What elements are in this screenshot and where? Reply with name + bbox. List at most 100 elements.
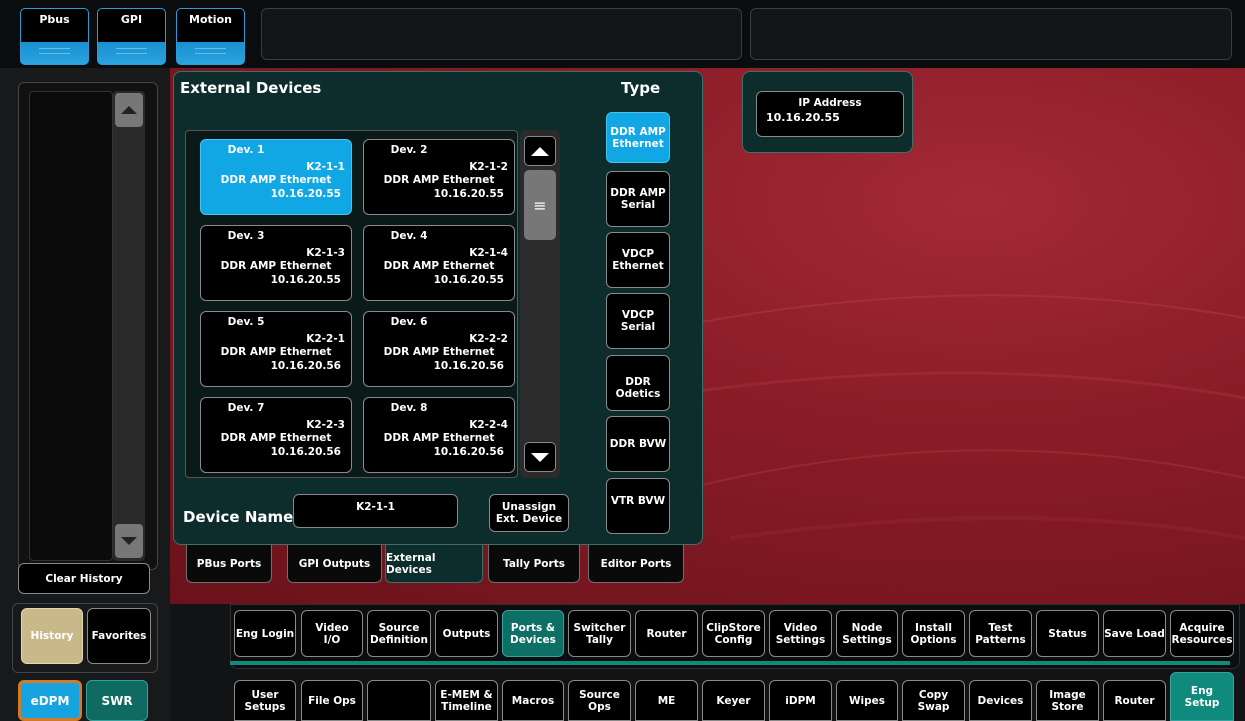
type-ddr-amp-ethernet[interactable]: DDR AMP Ethernet	[606, 112, 670, 163]
device-tile-1[interactable]: Dev. 1 K2-1-1 DDR AMP Ethernet 10.16.20.55	[200, 139, 352, 215]
device-tile-5[interactable]: Dev. 5 K2-2-1 DDR AMP Ethernet 10.16.20.56	[200, 311, 352, 387]
menu-source-ops[interactable]: Source Ops	[568, 680, 631, 721]
menu-keyer[interactable]: Keyer	[702, 680, 765, 721]
type-ddr-bvw[interactable]: DDR BVW	[606, 416, 670, 472]
motion-top-button[interactable]: Motion	[176, 8, 245, 65]
device-id: K2-1-1	[306, 161, 345, 173]
menu-outputs[interactable]: Outputs	[435, 610, 498, 657]
device-ip: 10.16.20.55	[433, 188, 504, 200]
chevron-up-icon	[121, 106, 137, 114]
device-tile-6[interactable]: Dev. 6 K2-2-2 DDR AMP Ethernet 10.16.20.56	[363, 311, 515, 387]
menu-ports-devices[interactable]: Ports & Devices	[502, 610, 564, 657]
type-ddr-odetics[interactable]: DDR Odetics	[606, 355, 670, 411]
menu-eng-login[interactable]: Eng Login	[234, 610, 296, 657]
pbus-top-button[interactable]: Pbus	[20, 8, 89, 65]
menu-status[interactable]: Status	[1036, 610, 1099, 657]
history-favorites-group: History Favorites	[12, 603, 158, 673]
tab-gpi-outputs[interactable]: GPI Outputs	[287, 545, 382, 583]
tab-editor-ports[interactable]: Editor Ports	[588, 545, 684, 583]
device-type: DDR AMP Ethernet	[383, 174, 495, 186]
type-vdcp-serial[interactable]: VDCP Serial	[606, 293, 670, 349]
device-grid: Dev. 1 K2-1-1 DDR AMP Ethernet 10.16.20.55 …	[185, 130, 518, 478]
menu-file-ops[interactable]: File Ops	[301, 680, 363, 721]
ip-address-panel: IP Address 10.16.20.55	[742, 71, 913, 153]
device-id: K2-1-4	[469, 247, 508, 259]
device-ip: 10.16.20.56	[433, 446, 504, 458]
menu-eng-setup[interactable]: Eng Setup	[1170, 672, 1234, 721]
menu-emem-timeline[interactable]: E-MEM & Timeline	[435, 680, 498, 721]
device-tile-4[interactable]: Dev. 4 K2-1-4 DDR AMP Ethernet 10.16.20.55	[363, 225, 515, 301]
menu-acquire-resources[interactable]: Acquire Resources	[1170, 610, 1234, 657]
ip-address-field[interactable]: IP Address 10.16.20.55	[756, 91, 904, 137]
device-name: Dev. 3	[227, 230, 265, 242]
scroll-down-button[interactable]	[115, 524, 143, 558]
menu-image-store[interactable]: Image Store	[1036, 680, 1099, 721]
device-name: Dev. 6	[390, 316, 428, 328]
menu-me[interactable]: ME	[635, 680, 698, 721]
type-ddr-amp-serial[interactable]: DDR AMP Serial	[606, 171, 670, 227]
type-title: Type	[621, 79, 661, 97]
tab-external-devices[interactable]: External Devices	[385, 545, 483, 583]
unassign-device-button[interactable]: Unassign Ext. Device	[489, 494, 569, 532]
device-ip: 10.16.20.55	[433, 274, 504, 286]
device-id: K2-2-3	[306, 419, 345, 431]
type-vtr-bvw[interactable]: VTR BVW	[606, 478, 670, 534]
history-scrollbar[interactable]	[113, 91, 145, 561]
gpi-top-button[interactable]: GPI	[97, 8, 166, 65]
menu-install-options[interactable]: Install Options	[902, 610, 965, 657]
tab-tally-ports[interactable]: Tally Ports	[488, 545, 580, 583]
device-id: K2-2-4	[469, 419, 508, 431]
menu-router-2[interactable]: Router	[1103, 680, 1166, 721]
menu-test-patterns[interactable]: Test Patterns	[969, 610, 1032, 657]
top-display-right	[750, 8, 1232, 60]
menu-clipstore-config[interactable]: ClipStore Config	[702, 610, 765, 657]
menu-blank[interactable]	[367, 680, 431, 721]
menu-devices[interactable]: Devices	[969, 680, 1032, 721]
device-scroll-down-button[interactable]	[524, 442, 556, 472]
device-scroll-up-button[interactable]	[524, 136, 556, 166]
menu-macros[interactable]: Macros	[502, 680, 564, 721]
menu-router[interactable]: Router	[635, 610, 698, 657]
device-id: K2-2-1	[306, 333, 345, 345]
device-ip: 10.16.20.56	[270, 446, 341, 458]
panel-title: External Devices	[180, 79, 322, 97]
swr-button[interactable]: SWR	[86, 680, 148, 721]
device-type: DDR AMP Ethernet	[220, 260, 332, 272]
device-tile-2[interactable]: Dev. 2 K2-1-2 DDR AMP Ethernet 10.16.20.55	[363, 139, 515, 215]
menu-source-definition[interactable]: Source Definition	[367, 610, 431, 657]
edpm-button[interactable]: eDPM	[18, 680, 82, 721]
device-id: K2-2-2	[469, 333, 508, 345]
menu-lines-icon[interactable]: ≡	[524, 170, 556, 240]
top-bar: Pbus GPI Motion	[0, 0, 1245, 68]
tab-pbus-ports[interactable]: PBus Ports	[186, 545, 272, 583]
motion-label: Motion	[189, 13, 232, 26]
device-tile-3[interactable]: Dev. 3 K2-1-3 DDR AMP Ethernet 10.16.20.55	[200, 225, 352, 301]
menu-switcher-tally[interactable]: Switcher Tally	[568, 610, 631, 657]
menu-divider	[230, 661, 1230, 665]
device-type: DDR AMP Ethernet	[220, 432, 332, 444]
device-name: Dev. 5	[227, 316, 265, 328]
menu-idpm[interactable]: iDPM	[769, 680, 832, 721]
ip-address-value: 10.16.20.55	[766, 111, 840, 124]
menu-video-io[interactable]: Video I/O	[301, 610, 363, 657]
menu-wipes[interactable]: Wipes	[836, 680, 898, 721]
clear-history-button[interactable]: Clear History	[18, 563, 150, 594]
menu-save-load[interactable]: Save Load	[1103, 610, 1166, 657]
history-list[interactable]	[29, 91, 113, 561]
menu-node-settings[interactable]: Node Settings	[836, 610, 898, 657]
device-id: K2-1-3	[306, 247, 345, 259]
device-scrollbar[interactable]: ≡	[520, 130, 560, 478]
type-vdcp-ethernet[interactable]: VDCP Ethernet	[606, 232, 670, 288]
history-tab[interactable]: History	[21, 608, 83, 664]
device-name-field[interactable]: K2-1-1	[293, 494, 458, 528]
device-type: DDR AMP Ethernet	[383, 432, 495, 444]
scroll-up-button[interactable]	[115, 93, 143, 127]
menu-user-setups[interactable]: User Setups	[234, 680, 296, 721]
menu-video-settings[interactable]: Video Settings	[769, 610, 832, 657]
pbus-label: Pbus	[39, 13, 70, 26]
device-tile-7[interactable]: Dev. 7 K2-2-3 DDR AMP Ethernet 10.16.20.56	[200, 397, 352, 473]
device-tile-8[interactable]: Dev. 8 K2-2-4 DDR AMP Ethernet 10.16.20.56	[363, 397, 515, 473]
favorites-tab[interactable]: Favorites	[87, 608, 151, 664]
triangle-up-icon	[531, 146, 549, 156]
menu-copy-swap[interactable]: Copy Swap	[902, 680, 965, 721]
